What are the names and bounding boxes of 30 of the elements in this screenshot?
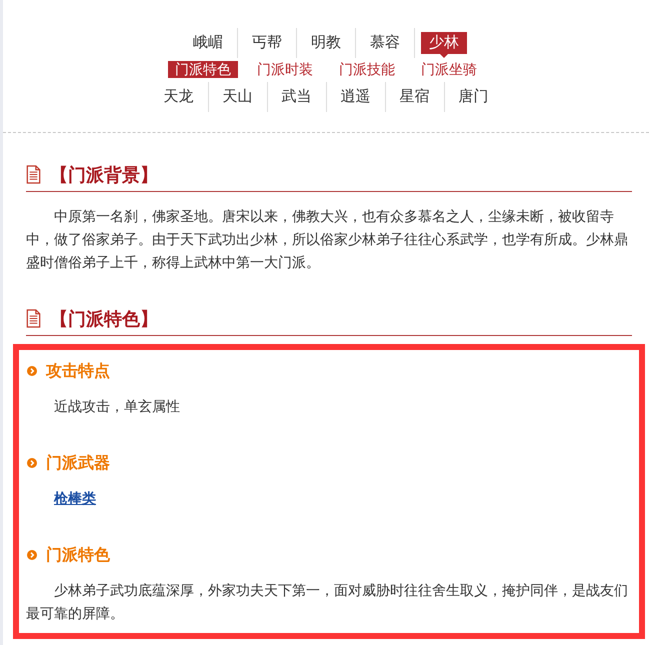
section-title: 【门派特色】 bbox=[50, 308, 158, 330]
section-tab[interactable]: 门派时装 bbox=[250, 61, 320, 78]
section-tab[interactable]: 门派特色 bbox=[168, 61, 238, 78]
item-text: 少林弟子武功底蕴深厚，外家功夫天下第一，面对威胁时往往舍生取义，掩护同伴，是战友们最可靠的屏障。 bbox=[26, 581, 629, 623]
faction-tab[interactable]: 星宿 bbox=[392, 86, 438, 108]
chevron-circle-icon bbox=[27, 366, 37, 376]
faction-tab[interactable]: 慕容 bbox=[362, 32, 408, 54]
item-title: 门派特色 bbox=[46, 545, 110, 566]
chevron-circle-icon bbox=[27, 458, 37, 468]
item-text: 近战攻击，单玄属性 bbox=[53, 397, 181, 416]
faction-tab[interactable]: 逍遥 bbox=[332, 86, 378, 108]
faction-tab[interactable]: 明教 bbox=[303, 32, 349, 54]
tab-pointer-icon bbox=[440, 54, 448, 58]
faction-tab[interactable]: 丐帮 bbox=[244, 32, 290, 54]
faction-tab[interactable]: 天山 bbox=[214, 86, 260, 108]
faction-tab[interactable]: 唐门 bbox=[450, 86, 496, 108]
section-tab[interactable]: 门派坐骑 bbox=[414, 61, 484, 78]
faction-tab[interactable]: 峨嵋 bbox=[185, 32, 231, 54]
paragraph-text: 中原第一名刹，佛家圣地。唐宋以来，佛教大兴，也有众多慕名之人，尘缘未断，被收留寺中，做了俗家弟子。由于天下武功出少林，所以俗家少林弟子往往心系武学，也学有所成。少林鼎盛时僧俗弟子上千，称得上武林中第一大门派。 bbox=[26, 207, 629, 272]
section-title: 【门派背景】 bbox=[50, 164, 158, 186]
faction-tab[interactable]: 少林 bbox=[421, 32, 467, 54]
chevron-circle-icon bbox=[27, 550, 37, 560]
faction-tab[interactable]: 武当 bbox=[274, 86, 320, 108]
weapon-link[interactable]: 枪棒类 bbox=[54, 490, 96, 506]
document-icon bbox=[26, 309, 41, 328]
item-title: 攻击特点 bbox=[46, 362, 110, 382]
item-title: 门派武器 bbox=[46, 453, 110, 474]
section-tab[interactable]: 门派技能 bbox=[332, 61, 402, 78]
document-icon bbox=[26, 165, 41, 184]
faction-tab[interactable]: 天龙 bbox=[156, 86, 202, 108]
